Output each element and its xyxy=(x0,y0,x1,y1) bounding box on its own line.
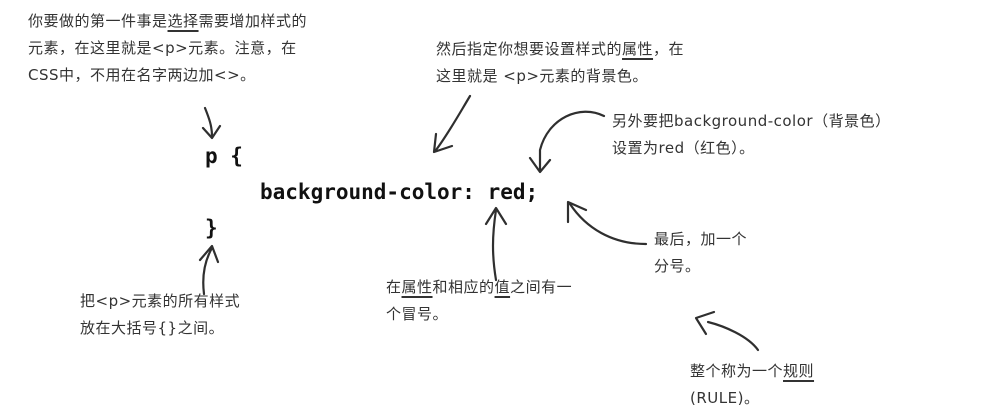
arrow-to-value xyxy=(528,110,606,174)
css-rule-diagram: p { background-color: red; } 你要做的第一件事是选择… xyxy=(0,0,1004,417)
css-selector-line: p { xyxy=(205,144,243,168)
rule-note-line2: (RULE)。 xyxy=(690,389,760,407)
value-annotation: 另外要把background-color（背景色） 设置为red（红色）。 xyxy=(612,108,891,162)
colon-annotation: 在属性和相应的值之间有一 个冒号。 xyxy=(386,274,572,328)
semicolon-annotation: 最后，加一个 分号。 xyxy=(654,226,747,280)
colon-note-underlined-property: 属性 xyxy=(401,278,433,296)
braces-note-line2: 放在大括号{}之间。 xyxy=(80,319,225,337)
semicolon-note-line2: 分号。 xyxy=(654,257,701,275)
css-close-brace: } xyxy=(205,216,218,240)
property-note-line1-post: ，在 xyxy=(653,40,685,58)
value-note-line2: 设置为red（红色）。 xyxy=(612,139,755,157)
selector-note-line1-post: 需要增加样式的 xyxy=(198,12,308,30)
selector-note-line1-pre: 你要做的第一件事是 xyxy=(28,12,168,30)
selector-note-line3: CSS中，不用在名字两边加<>。 xyxy=(28,66,256,84)
selector-note-line1-underlined: 选择 xyxy=(167,12,199,30)
braces-note-line1: 把<p>元素的所有样式 xyxy=(80,292,241,310)
property-note-line1-underlined: 属性 xyxy=(622,40,654,58)
colon-note-line1-post: 之间有一 xyxy=(510,278,573,296)
colon-note-line1-pre: 在 xyxy=(386,278,402,296)
colon-note-line2: 个冒号。 xyxy=(386,305,449,323)
braces-annotation: 把<p>元素的所有样式 放在大括号{}之间。 xyxy=(80,288,240,342)
selector-note-line2: 元素，在这里就是<p>元素。注意，在 xyxy=(28,39,297,57)
property-annotation: 然后指定你想要设置样式的属性，在 这里就是 <p>元素的背景色。 xyxy=(436,36,684,90)
arrow-to-selector xyxy=(201,106,222,140)
arrow-to-property xyxy=(432,94,472,154)
colon-note-underlined-value: 值 xyxy=(494,278,511,296)
property-note-line2: 这里就是 <p>元素的背景色。 xyxy=(436,67,648,85)
arrow-to-colon xyxy=(484,206,508,282)
rule-note-underlined: 规则 xyxy=(783,362,815,380)
colon-note-line1-mid: 和相应的 xyxy=(432,278,495,296)
arrow-to-rule xyxy=(694,310,760,352)
value-note-line1: 另外要把background-color（背景色） xyxy=(612,112,891,130)
rule-annotation: 整个称为一个规则 (RULE)。 xyxy=(690,358,814,412)
semicolon-note-line1: 最后，加一个 xyxy=(654,230,748,248)
css-declaration: background-color: red; xyxy=(260,180,539,204)
arrow-to-braces xyxy=(198,244,220,296)
arrow-to-semicolon xyxy=(566,200,648,246)
rule-note-line1-pre: 整个称为一个 xyxy=(690,362,784,380)
selector-annotation: 你要做的第一件事是选择需要增加样式的 元素，在这里就是<p>元素。注意，在 CS… xyxy=(28,8,307,89)
property-note-line1-pre: 然后指定你想要设置样式的 xyxy=(436,40,623,58)
